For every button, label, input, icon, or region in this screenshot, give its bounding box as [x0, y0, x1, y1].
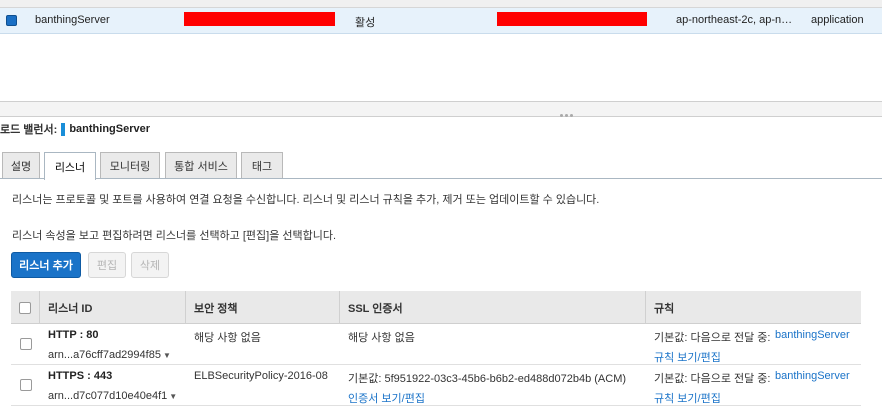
col-ssl-certificate[interactable]: SSL 인증서	[339, 291, 645, 324]
listener-description: 리스너는 프로토콜 및 포트를 사용하여 연결 요청을 수신합니다. 리스너 및…	[12, 194, 600, 206]
tab-label: 설명	[10, 160, 32, 173]
row-checkbox[interactable]	[20, 338, 32, 350]
load-balancer-row[interactable]: banthingServer 활성 ap-northeast-2c, ap-no…	[0, 8, 882, 34]
security-policy-value: ELBSecurityPolicy-2016-08	[194, 370, 328, 382]
rule-target-link[interactable]: banthingServer	[775, 329, 850, 341]
redacted-vpc-id	[497, 12, 647, 26]
listener-protocol: HTTPS : 443	[48, 370, 113, 382]
listener-arn-text: arn...a76cff7ad2994f85	[48, 349, 161, 361]
listener-instruction: 리스너 속성을 보고 편집하려면 리스너를 선택하고 [편집]을 선택합니다.	[12, 230, 337, 242]
row-checkbox-checked[interactable]	[6, 15, 17, 26]
status-marker-icon	[61, 122, 66, 136]
col-listener-id[interactable]: 리스너 ID	[39, 291, 185, 324]
redacted-dns-name	[184, 12, 335, 26]
col-rules[interactable]: 규칙	[645, 291, 861, 324]
detail-label: 로드 밸런서:	[0, 124, 58, 136]
view-edit-certificate-link[interactable]: 인증서 보기/편집	[348, 390, 425, 406]
security-policy-value: 해당 사항 없음	[194, 332, 261, 344]
list-header-strip	[0, 0, 882, 8]
resize-splitter[interactable]	[0, 101, 882, 117]
tab-listeners[interactable]: 리스너	[44, 152, 96, 180]
ssl-cert-value: 해당 사항 없음	[348, 332, 415, 344]
listener-arn[interactable]: arn...a76cff7ad2994f85 ▼	[48, 349, 171, 361]
tab-integrated-services[interactable]: 통합 서비스	[165, 152, 237, 178]
tab-label: 통합 서비스	[174, 160, 228, 173]
lb-type: application	[811, 14, 864, 26]
lb-name: banthingServer	[35, 14, 110, 26]
tab-label: 태그	[251, 160, 273, 173]
caret-down-icon: ▼	[169, 392, 178, 401]
tab-description[interactable]: 설명	[2, 152, 40, 178]
view-edit-rules-link[interactable]: 규칙 보기/편집	[654, 349, 721, 365]
tab-tags[interactable]: 태그	[241, 152, 283, 178]
rule-prefix: 기본값: 다음으로 전달 중:	[654, 332, 771, 344]
view-edit-rules-link[interactable]: 규칙 보기/편집	[654, 390, 721, 406]
select-all-checkbox[interactable]	[19, 301, 31, 314]
caret-down-icon: ▼	[162, 351, 171, 360]
detail-title: 로드 밸런서: banthingServer	[0, 122, 150, 136]
listener-table-header: 리스너 ID 보안 정책 SSL 인증서 규칙	[11, 291, 861, 324]
delete-button[interactable]: 삭제	[131, 252, 169, 278]
detail-lb-name: banthingServer	[69, 123, 151, 135]
add-listener-button[interactable]: 리스너 추가	[11, 252, 81, 278]
rule-target-link[interactable]: banthingServer	[775, 370, 850, 382]
ssl-cert-value: 기본값: 5f951922-03c3-45b6-b6b2-ed488d072b4…	[348, 373, 627, 385]
listener-arn[interactable]: arn...d7c077d10e40e4f1 ▼	[48, 390, 177, 402]
listener-arn-text: arn...d7c077d10e40e4f1	[48, 390, 168, 402]
lb-availability-zones: ap-northeast-2c, ap-nor...	[676, 14, 798, 26]
tab-label: 리스너	[54, 161, 86, 174]
row-checkbox[interactable]	[20, 379, 32, 391]
listener-protocol: HTTP : 80	[48, 329, 99, 341]
detail-tabs: 설명 리스너 모니터링 통합 서비스 태그	[0, 152, 882, 180]
lb-state: 활성	[355, 17, 376, 29]
table-row[interactable]: HTTP : 80 arn...a76cff7ad2994f85 ▼ 해당 사항 …	[11, 325, 861, 365]
rule-prefix: 기본값: 다음으로 전달 중:	[654, 373, 771, 385]
tab-monitoring[interactable]: 모니터링	[100, 152, 160, 178]
table-row[interactable]: HTTPS : 443 arn...d7c077d10e40e4f1 ▼ ELBS…	[11, 366, 861, 406]
col-security-policy[interactable]: 보안 정책	[185, 291, 339, 324]
select-all-cell	[11, 291, 39, 324]
edit-button[interactable]: 편집	[88, 252, 126, 278]
grip-handle-icon	[560, 108, 582, 117]
tab-label: 모니터링	[109, 160, 151, 173]
